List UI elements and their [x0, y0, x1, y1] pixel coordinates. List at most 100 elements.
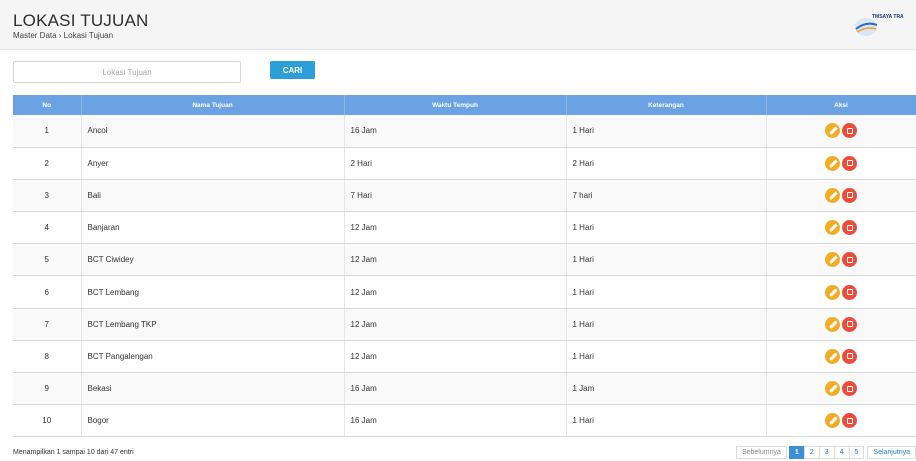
- edit-button[interactable]: [825, 252, 840, 268]
- row-actions: [766, 115, 916, 148]
- row-waktu-tempuh: 2 Hari: [344, 147, 567, 180]
- delete-button[interactable]: [842, 187, 857, 203]
- pagination-prev-button[interactable]: Sebelumnya: [735, 446, 787, 459]
- edit-button[interactable]: [825, 155, 840, 171]
- row-no: 1: [13, 115, 82, 148]
- column-header-no[interactable]: No: [13, 95, 82, 115]
- row-actions: [766, 179, 916, 213]
- delete-button[interactable]: [842, 381, 857, 397]
- row-actions: [766, 340, 916, 374]
- search-input[interactable]: [13, 61, 241, 83]
- edit-button[interactable]: [825, 123, 840, 139]
- pencil-icon: [828, 352, 837, 361]
- row-waktu-tempuh: 16 Jam: [344, 115, 567, 148]
- delete-button[interactable]: [842, 155, 857, 171]
- row-actions: [766, 404, 916, 438]
- row-nama-tujuan: BCT Lembang TKP: [81, 308, 345, 341]
- row-keterangan: 1 Hari: [566, 308, 767, 341]
- row-nama-tujuan: BCT Lembang: [81, 275, 345, 309]
- pencil-icon: [828, 320, 837, 329]
- row-nama-tujuan: Bogor: [81, 404, 345, 438]
- table-row: 4 Banjaran 12 Jam 1 Hari: [13, 211, 916, 245]
- pencil-icon: [828, 255, 837, 264]
- table-row: 2 Anyer 2 Hari 2 Hari: [13, 147, 916, 180]
- column-header-waktu-tempuh[interactable]: Waktu Tempuh: [344, 95, 567, 115]
- pagination-page-5[interactable]: 5: [848, 446, 865, 459]
- row-no: 7: [13, 308, 82, 341]
- row-no: 6: [13, 275, 82, 309]
- column-header-nama-tujuan[interactable]: Nama Tujuan: [81, 95, 345, 115]
- edit-button[interactable]: [825, 413, 840, 429]
- edit-button[interactable]: [825, 220, 840, 236]
- edit-button[interactable]: [825, 316, 840, 332]
- table-row: 5 BCT Ciwidey 12 Jam 1 Hari: [13, 243, 916, 277]
- column-header-aksi: Aksi: [766, 95, 916, 115]
- row-waktu-tempuh: 12 Jam: [344, 243, 567, 277]
- breadcrumb: Master Data › Lokasi Tujuan: [13, 31, 114, 40]
- row-keterangan: 2 Hari: [566, 147, 767, 180]
- row-actions: [766, 308, 916, 341]
- page-title: LOKASI TUJUAN: [13, 11, 149, 30]
- pagination-page-4[interactable]: 4: [833, 446, 850, 459]
- edit-button[interactable]: [825, 187, 840, 203]
- row-keterangan: 1 Jam: [566, 372, 767, 406]
- row-nama-tujuan: Bekasi: [81, 372, 345, 406]
- row-waktu-tempuh: 12 Jam: [344, 340, 567, 374]
- table-info: Menampilkan 1 sampai 10 dari 47 entri: [13, 449, 134, 456]
- column-header-keterangan[interactable]: Keterangan: [566, 95, 767, 115]
- trash-icon: [846, 256, 853, 263]
- row-actions: [766, 243, 916, 277]
- pagination: Sebelumnya 1 2 3 4 5 Selanjutnya: [735, 446, 916, 459]
- pencil-icon: [828, 416, 837, 425]
- row-actions: [766, 147, 916, 180]
- row-no: 4: [13, 211, 82, 245]
- table-row: 1 Ancol 16 Jam 1 Hari: [13, 115, 916, 148]
- trash-icon: [846, 127, 853, 134]
- pagination-page-1[interactable]: 1: [788, 446, 805, 459]
- delete-button[interactable]: [842, 284, 857, 300]
- table-row: 6 BCT Lembang 12 Jam 1 Hari: [13, 275, 916, 309]
- pencil-icon: [828, 191, 837, 200]
- delete-button[interactable]: [842, 220, 857, 236]
- pencil-icon: [828, 384, 837, 393]
- edit-button[interactable]: [825, 381, 840, 397]
- edit-button[interactable]: [825, 348, 840, 364]
- row-waktu-tempuh: 12 Jam: [344, 211, 567, 245]
- delete-button[interactable]: [842, 316, 857, 332]
- logo-text: TMSAYA TRA: [872, 14, 904, 20]
- delete-button[interactable]: [842, 413, 857, 429]
- pagination-next-button[interactable]: Selanjutnya: [867, 446, 916, 459]
- row-nama-tujuan: Bali: [81, 179, 345, 213]
- row-waktu-tempuh: 12 Jam: [344, 308, 567, 341]
- row-actions: [766, 275, 916, 309]
- row-no: 5: [13, 243, 82, 277]
- pencil-icon: [828, 159, 837, 168]
- row-keterangan: 1 Hari: [566, 275, 767, 309]
- company-logo: TMSAYA TRA: [853, 10, 913, 40]
- row-no: 10: [13, 404, 82, 438]
- delete-button[interactable]: [842, 252, 857, 268]
- row-nama-tujuan: Anyer: [81, 147, 345, 180]
- row-nama-tujuan: Ancol: [81, 115, 345, 148]
- row-keterangan: 1 Hari: [566, 243, 767, 277]
- table-row: 10 Bogor 16 Jam 1 Hari: [13, 404, 916, 438]
- delete-button[interactable]: [842, 348, 857, 364]
- delete-button[interactable]: [842, 123, 857, 139]
- row-waktu-tempuh: 7 Hari: [344, 179, 567, 213]
- row-nama-tujuan: Banjaran: [81, 211, 345, 245]
- row-no: 2: [13, 147, 82, 180]
- table-header-row: No Nama Tujuan Waktu Tempuh Keterangan A…: [13, 95, 916, 115]
- row-keterangan: 1 Hari: [566, 340, 767, 374]
- trash-icon: [846, 417, 853, 424]
- trash-icon: [846, 385, 853, 392]
- row-no: 3: [13, 179, 82, 213]
- table-row: 3 Bali 7 Hari 7 hari: [13, 179, 916, 213]
- edit-button[interactable]: [825, 284, 840, 300]
- search-button[interactable]: CARI: [270, 61, 315, 79]
- table-row: 8 BCT Pangalengan 12 Jam 1 Hari: [13, 340, 916, 374]
- pagination-page-3[interactable]: 3: [818, 446, 835, 459]
- row-nama-tujuan: BCT Ciwidey: [81, 243, 345, 277]
- row-waktu-tempuh: 16 Jam: [344, 372, 567, 406]
- row-keterangan: 7 hari: [566, 179, 767, 213]
- pagination-page-2[interactable]: 2: [803, 446, 820, 459]
